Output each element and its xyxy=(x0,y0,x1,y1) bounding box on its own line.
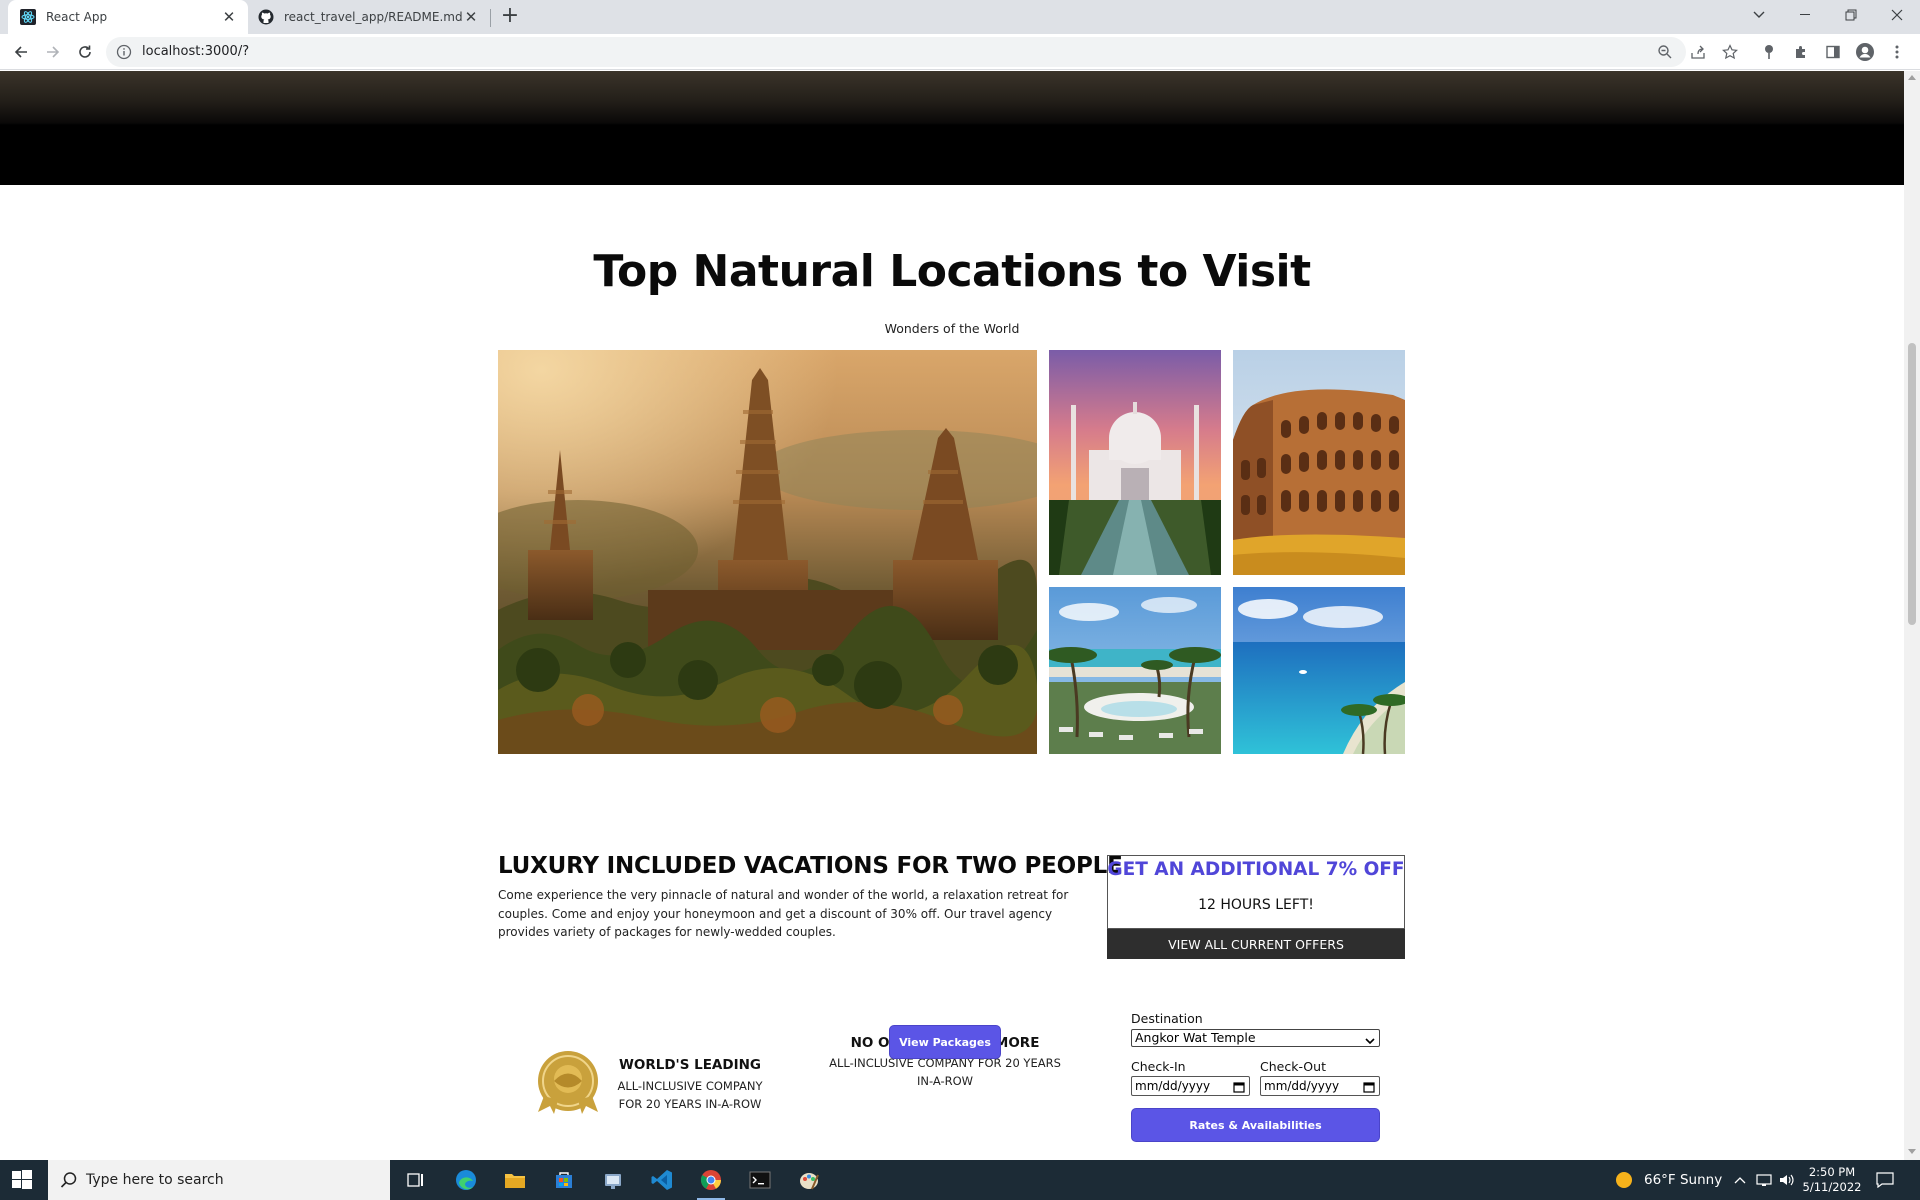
paint-app-icon[interactable] xyxy=(791,1166,827,1194)
address-bar[interactable]: localhost:3000/? xyxy=(106,37,1686,67)
luxury-title: LUXURY INCLUDED VACATIONS FOR TWO PEOPLE xyxy=(498,853,1123,879)
clock-date: 5/11/2022 xyxy=(1802,1180,1862,1194)
close-window-icon[interactable] xyxy=(1874,0,1920,30)
windows-start-icon[interactable] xyxy=(12,1170,32,1190)
checkin-placeholder: mm/dd/yyyy xyxy=(1135,1079,1211,1093)
calendar-icon[interactable] xyxy=(1363,1080,1375,1098)
share-icon[interactable] xyxy=(1687,41,1709,63)
volume-icon[interactable] xyxy=(1779,1160,1795,1200)
app-icon[interactable] xyxy=(595,1166,631,1194)
offer-title: GET AN ADDITIONAL 7% OFF xyxy=(1107,859,1405,880)
tab-close-icon[interactable]: ✕ xyxy=(462,8,480,26)
view-all-offers-button[interactable]: VIEW ALL CURRENT OFFERS xyxy=(1107,929,1405,959)
network-icon[interactable] xyxy=(1756,1160,1774,1200)
tropical-resort-photo xyxy=(1049,587,1221,754)
checkout-label: Check-Out xyxy=(1260,1059,1326,1074)
destination-value: Angkor Wat Temple xyxy=(1135,1030,1256,1045)
award-line-2: FOR 20 YEARS IN-A-ROW xyxy=(618,1097,762,1111)
award-line-1: ALL-INCLUSIVE COMPANY xyxy=(617,1079,763,1093)
award-title: WORLD'S LEADING xyxy=(618,1057,761,1073)
rates-availabilities-button[interactable]: Rates & Availabilities xyxy=(1131,1108,1380,1142)
clock-time: 2:50 PM xyxy=(1808,1165,1856,1179)
checkout-placeholder: mm/dd/yyyy xyxy=(1264,1079,1340,1093)
scroll-up-icon[interactable] xyxy=(1908,75,1916,80)
github-favicon-icon xyxy=(258,9,274,25)
scroll-down-icon[interactable] xyxy=(1908,1149,1916,1154)
minimize-icon[interactable] xyxy=(1782,0,1828,30)
offer-countdown: 12 HOURS LEFT! xyxy=(1198,897,1314,913)
vscode-icon[interactable] xyxy=(644,1166,680,1194)
more-menu-icon[interactable] xyxy=(1886,41,1908,63)
weather-widget[interactable]: 66°F Sunny xyxy=(1614,1160,1722,1200)
view-packages-button[interactable]: View Packages xyxy=(889,1025,1001,1059)
tab-title: react_travel_app/README.md at xyxy=(284,10,462,24)
new-tab-icon[interactable]: + xyxy=(498,5,522,29)
checkout-date-input[interactable]: mm/dd/yyyy xyxy=(1260,1076,1380,1096)
taskbar-search-box[interactable]: Type here to search xyxy=(48,1160,390,1200)
task-view-icon[interactable] xyxy=(398,1166,434,1194)
notifications-icon[interactable] xyxy=(1876,1160,1894,1200)
profile-avatar-icon[interactable] xyxy=(1854,41,1876,63)
page-viewport: Top Natural Locations to Visit Wonders o… xyxy=(0,71,1904,1160)
tab-close-icon[interactable]: ✕ xyxy=(220,8,238,26)
sunny-weather-icon xyxy=(1616,1172,1632,1188)
award-text: ALL-INCLUSIVE COMPANY FOR 20 YEARS IN-A-… xyxy=(605,1077,775,1113)
checkin-label: Check-In xyxy=(1131,1059,1186,1074)
taskbar-clock[interactable]: 2:50 PM 5/11/2022 xyxy=(1802,1165,1862,1195)
tab-github-readme[interactable]: react_travel_app/README.md at ✕ xyxy=(252,0,490,34)
weather-text: 66°F Sunny xyxy=(1644,1172,1723,1188)
tab-react-app[interactable]: React App ✕ xyxy=(8,0,248,34)
search-icon xyxy=(60,1171,78,1193)
extensions-puzzle-icon[interactable] xyxy=(1790,41,1812,63)
tab-separator xyxy=(490,9,491,27)
bookmark-star-icon[interactable] xyxy=(1719,41,1741,63)
no-one-text: ALL-INCLUSIVE COMPANY FOR 20 YEARS IN-A-… xyxy=(820,1054,1070,1090)
url-text: localhost:3000/? xyxy=(142,44,250,59)
chrome-icon[interactable] xyxy=(693,1166,729,1200)
section-title: Top Natural Locations to Visit xyxy=(593,246,1311,297)
checkin-date-input[interactable]: mm/dd/yyyy xyxy=(1131,1076,1250,1096)
tropical-beach-photo xyxy=(1233,587,1405,754)
file-explorer-icon[interactable] xyxy=(497,1166,533,1194)
tab-search-icon[interactable] xyxy=(1736,0,1782,30)
destination-label: Destination xyxy=(1131,1011,1203,1026)
taj-mahal-photo xyxy=(1049,350,1221,575)
reload-icon[interactable] xyxy=(73,40,97,64)
tab-title: React App xyxy=(46,10,108,24)
side-panel-icon[interactable] xyxy=(1822,41,1844,63)
show-hidden-icons-icon[interactable] xyxy=(1734,1160,1746,1200)
edge-browser-icon[interactable] xyxy=(448,1166,484,1194)
forward-icon[interactable] xyxy=(41,40,65,64)
react-favicon-icon xyxy=(20,9,36,25)
browser-tab-strip: React App ✕ react_travel_app/README.md a… xyxy=(0,0,1920,34)
back-icon[interactable] xyxy=(9,40,33,64)
colosseum-photo xyxy=(1233,350,1405,575)
site-info-icon[interactable] xyxy=(116,44,132,60)
location-pin-icon[interactable] xyxy=(1758,41,1780,63)
restore-icon[interactable] xyxy=(1828,0,1874,30)
scrollbar-thumb[interactable] xyxy=(1908,343,1916,625)
destination-select[interactable]: Angkor Wat Temple xyxy=(1131,1029,1380,1047)
windows-taskbar: Type here to search 66°F Sunny 2:50 PM 5… xyxy=(0,1160,1920,1200)
angkor-wat-photo xyxy=(498,350,1037,754)
calendar-icon[interactable] xyxy=(1233,1080,1245,1098)
terminal-icon[interactable] xyxy=(742,1166,778,1194)
award-seal-icon xyxy=(530,1046,606,1116)
browser-toolbar: localhost:3000/? xyxy=(0,34,1920,70)
chevron-down-icon xyxy=(1365,1033,1375,1049)
luxury-description: Come experience the very pinnacle of nat… xyxy=(498,888,1069,939)
page-scrollbar[interactable] xyxy=(1904,71,1920,1160)
zoom-icon[interactable] xyxy=(1654,41,1676,63)
no-one-line-2: IN-A-ROW xyxy=(916,1074,974,1088)
store-icon[interactable] xyxy=(546,1166,582,1194)
section-subtitle: Wonders of the World xyxy=(884,321,1020,336)
search-placeholder: Type here to search xyxy=(86,1172,224,1188)
hero-banner-bottom xyxy=(0,71,1904,185)
